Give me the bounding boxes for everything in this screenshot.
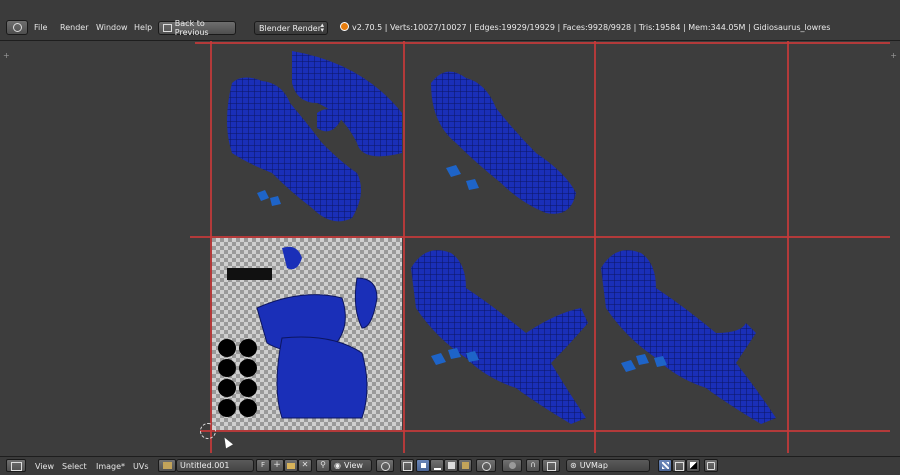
- display-draw-button[interactable]: [672, 459, 686, 472]
- lock-button[interactable]: [704, 459, 718, 472]
- info-header: File Render Window Help Back to Previous…: [0, 0, 900, 41]
- sticky-icon: [481, 462, 491, 471]
- uv-island-limb: [431, 71, 576, 214]
- menu-window[interactable]: Window: [96, 23, 128, 32]
- vertex-select-icon: [420, 463, 426, 468]
- back-to-previous-label: Back to Previous: [174, 19, 209, 37]
- tile-boundary-line: [190, 236, 890, 238]
- new-image-button[interactable]: +: [270, 459, 284, 472]
- lock-icon: [707, 462, 715, 470]
- proportional-icon: [508, 462, 516, 469]
- sticky-selection-button[interactable]: [476, 459, 496, 472]
- image-browse-icon: [162, 462, 172, 469]
- back-to-previous-button[interactable]: Back to Previous: [158, 19, 236, 37]
- view-mode-value: View: [343, 461, 363, 470]
- up-down-arrows-icon: ▴ ▾: [320, 21, 324, 34]
- menu-select[interactable]: Select: [62, 462, 87, 471]
- display-stretch-button[interactable]: [658, 459, 672, 472]
- pivot-point-button[interactable]: [376, 459, 394, 472]
- pin-image-button[interactable]: ⚲: [316, 459, 330, 472]
- editor-type-button[interactable]: [6, 459, 26, 472]
- 2d-cursor-icon[interactable]: [200, 423, 216, 439]
- view-mode-select[interactable]: ◉ View: [330, 459, 372, 472]
- fake-user-button[interactable]: F: [256, 459, 270, 472]
- uv-map-value: UVMap: [579, 461, 608, 470]
- menu-image[interactable]: Image*: [96, 462, 125, 471]
- browse-image-button[interactable]: [158, 459, 176, 472]
- folder-icon: [287, 463, 295, 469]
- sync-icon: [402, 462, 412, 471]
- open-image-button[interactable]: [284, 459, 298, 472]
- scene-statistics: v2.70.5 | Verts:10027/10027 | Edges:1992…: [352, 23, 831, 32]
- pivot-icon: [380, 462, 390, 471]
- uv-tile-top-left: [227, 51, 402, 222]
- fake-user-label: F: [260, 461, 266, 469]
- tile-boundary-line: [195, 42, 890, 44]
- mouse-pointer-icon: [221, 435, 233, 449]
- menu-file[interactable]: File: [34, 23, 47, 32]
- uv-editor-canvas[interactable]: + +: [0, 41, 900, 456]
- image-name-value: Untitled.001: [180, 461, 230, 470]
- editor-type-button[interactable]: [6, 20, 28, 35]
- tile-boundary-line: [210, 41, 212, 453]
- edge-select-button[interactable]: [430, 459, 444, 472]
- eye-icon: ◉: [334, 461, 341, 470]
- plus-icon: +: [273, 460, 281, 470]
- render-engine-value: Blender Render: [259, 23, 322, 33]
- menu-view[interactable]: View: [35, 462, 54, 471]
- unlink-image-button[interactable]: ✕: [298, 459, 312, 472]
- tile-boundary-line: [594, 41, 596, 453]
- toolbar-region-plus-icon[interactable]: +: [3, 51, 10, 60]
- uv-tile-bottom-right: [601, 250, 776, 424]
- snap-element-button[interactable]: [542, 459, 560, 472]
- grid-icon: [674, 462, 684, 471]
- vertex-select-button[interactable]: [416, 459, 430, 472]
- edge-select-icon: [433, 463, 441, 470]
- alpha-icon: [689, 462, 697, 469]
- sync-selection-button[interactable]: [400, 459, 414, 472]
- properties-region-plus-icon[interactable]: +: [890, 51, 897, 60]
- close-icon: ✕: [301, 460, 309, 469]
- proportional-editing-button[interactable]: [502, 459, 522, 472]
- uv-editor-header: View Select Image* UVs Untitled.001 F + …: [0, 456, 900, 475]
- tile-boundary-line: [787, 41, 789, 453]
- uv-image-editor-icon: [10, 462, 22, 471]
- menu-help[interactable]: Help: [134, 23, 152, 32]
- menu-render[interactable]: Render: [60, 23, 88, 32]
- uv-map-icon: ⊛: [570, 461, 577, 470]
- face-select-icon: [447, 462, 455, 469]
- checker-icon: [661, 462, 669, 469]
- info-icon: [12, 23, 22, 32]
- screen-icon: [163, 24, 172, 32]
- tile-boundary-line: [403, 41, 405, 453]
- island-select-button[interactable]: [458, 459, 472, 472]
- display-alpha-button[interactable]: [686, 459, 700, 472]
- uv-tile-bottom-middle: [411, 250, 588, 424]
- face-select-button[interactable]: [444, 459, 458, 472]
- pin-icon: ⚲: [320, 460, 326, 469]
- image-name-field[interactable]: Untitled.001: [176, 459, 254, 472]
- blender-logo-icon: [340, 22, 349, 31]
- island-select-icon: [461, 462, 469, 469]
- uv-map-select[interactable]: ⊛ UVMap: [566, 459, 650, 472]
- magnet-icon: ∩: [530, 460, 536, 469]
- snap-button[interactable]: ∩: [526, 459, 540, 472]
- menu-uvs[interactable]: UVs: [133, 462, 149, 471]
- uv-tile-bottom-left-checker: [212, 238, 402, 430]
- render-engine-select[interactable]: Blender Render ▴ ▾: [254, 21, 328, 35]
- uv-tile-top-middle: [431, 71, 576, 214]
- snap-element-icon: [546, 462, 556, 471]
